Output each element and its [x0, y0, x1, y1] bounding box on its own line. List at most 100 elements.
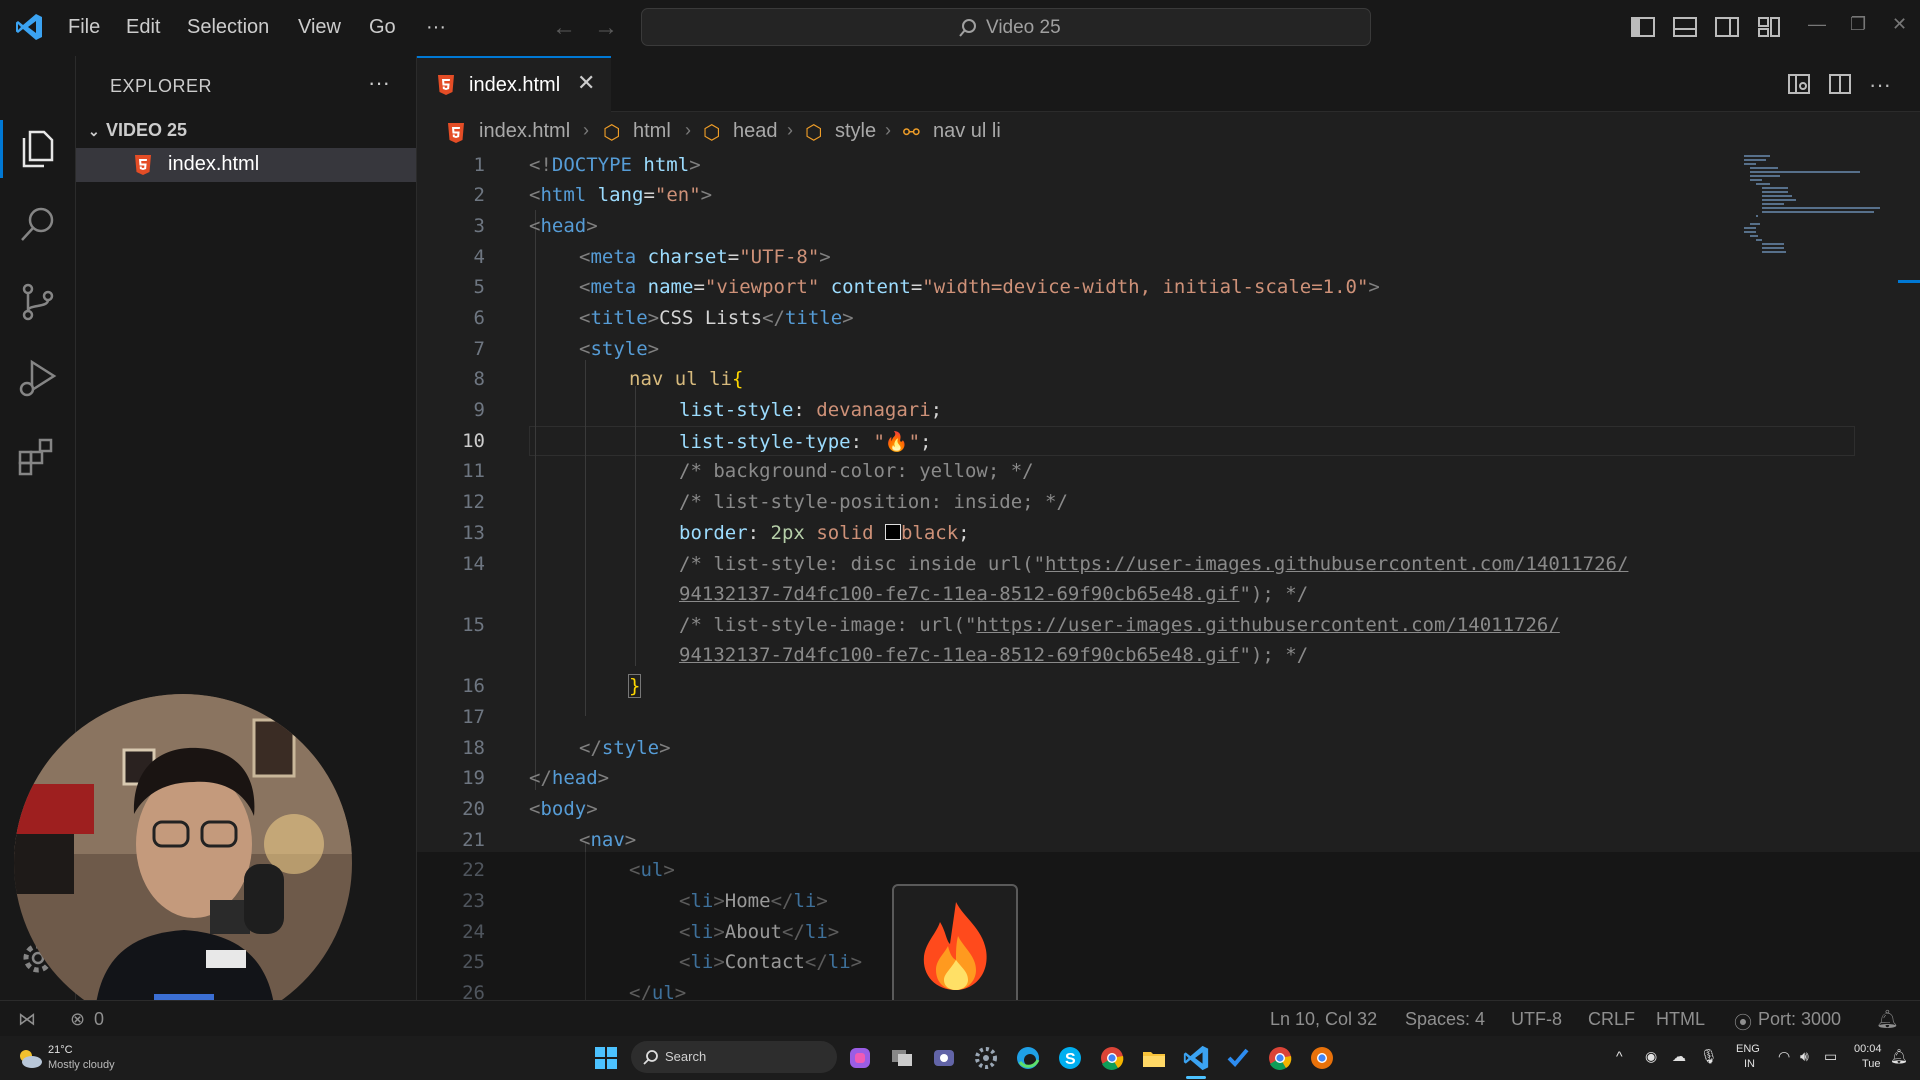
toggle-primary-sidebar-icon[interactable]	[1630, 14, 1656, 40]
breadcrumb-html[interactable]: html	[633, 120, 671, 143]
search-icon	[643, 1049, 659, 1065]
chrome-dev-icon[interactable]	[1308, 1044, 1336, 1072]
title-bar: File Edit Selection View Go ··· ← → Vide…	[0, 0, 1920, 56]
todo-check-icon[interactable]	[1224, 1044, 1252, 1072]
menu-file[interactable]: File	[68, 16, 100, 39]
battery-icon[interactable]: ▭	[1824, 1048, 1837, 1065]
microphone-icon[interactable]: 🎙︎	[1700, 1048, 1718, 1065]
weather-temp: 21°C	[48, 1044, 73, 1056]
skype-icon[interactable]: S	[1056, 1044, 1084, 1072]
split-editor-icon[interactable]	[1828, 72, 1852, 96]
open-preview-icon[interactable]	[1787, 72, 1811, 96]
notifications-bell-icon[interactable]: 🔔︎	[1876, 1009, 1899, 1030]
menu-edit[interactable]: Edit	[126, 16, 160, 39]
html5-file-icon	[437, 75, 455, 95]
line-number: 2	[473, 184, 485, 206]
restore-button[interactable]: ❐	[1850, 14, 1866, 35]
menu-more[interactable]: ···	[426, 16, 446, 39]
breadcrumb-head[interactable]: head	[733, 120, 778, 143]
edge-icon[interactable]	[1014, 1044, 1042, 1072]
tab-index-html[interactable]: index.html ✕	[417, 56, 611, 112]
forward-arrow-icon[interactable]: →	[594, 14, 618, 42]
line-ending[interactable]: CRLF	[1588, 1009, 1635, 1030]
file-item-index-html[interactable]: index.html	[76, 148, 416, 182]
color-swatch-icon[interactable]	[884, 524, 901, 540]
minimize-button[interactable]: —	[1808, 14, 1826, 35]
close-tab-icon[interactable]: ✕	[577, 70, 595, 96]
more-actions-icon[interactable]: ···	[368, 70, 390, 96]
onedrive-cloud-icon[interactable]: ☁	[1672, 1048, 1686, 1065]
code-editor[interactable]: 1 2 3 4 5 6 7 8 9 10 11 12 13 14 15 16 1…	[417, 152, 1920, 1000]
run-debug-icon[interactable]	[16, 356, 60, 400]
breadcrumb-separator-icon: ›	[885, 120, 891, 140]
teams-icon[interactable]	[930, 1044, 958, 1072]
cursor-position[interactable]: Ln 10, Col 32	[1270, 1009, 1377, 1030]
code-line-5: <meta name="viewport" content="width=dev…	[579, 276, 1380, 298]
file-explorer-icon[interactable]	[1140, 1044, 1168, 1072]
customize-layout-icon[interactable]	[1756, 14, 1782, 40]
line-number: 6	[473, 307, 485, 329]
folder-header[interactable]: ⌄ VIDEO 25	[88, 120, 187, 141]
chrome-icon[interactable]	[1098, 1044, 1126, 1072]
menu-selection[interactable]: Selection	[187, 16, 269, 39]
tray-app-icon[interactable]: ◉	[1645, 1048, 1657, 1065]
code-line-15-wrap: 94132137-7d4fc100-fe7c-11ea-8512-69f90cb…	[679, 644, 1309, 666]
minimap[interactable]	[1740, 152, 1910, 272]
errors-icon[interactable]: ⊗	[70, 1009, 85, 1030]
code-line-11: /* background-color: yellow; */	[679, 460, 1034, 482]
breadcrumb-file[interactable]: index.html	[479, 120, 570, 143]
notification-bell-icon[interactable]: 🔔︎	[1890, 1048, 1908, 1065]
search-view-icon[interactable]	[16, 202, 60, 246]
encoding[interactable]: UTF-8	[1511, 1009, 1562, 1030]
vscode-taskbar-icon[interactable]	[1182, 1044, 1210, 1072]
line-number: 9	[473, 399, 485, 421]
language-mode[interactable]: HTML	[1656, 1009, 1705, 1030]
command-center[interactable]: Video 25	[641, 8, 1371, 46]
tray-overflow-chevron-icon[interactable]: ^	[1616, 1048, 1623, 1064]
indentation[interactable]: Spaces: 4	[1405, 1009, 1485, 1030]
input-language[interactable]: ENG	[1736, 1043, 1760, 1055]
code-line-9: list-style: devanagari;	[679, 399, 943, 421]
breadcrumb: index.html › ⬡ html › ⬡ head › ⬡ style ›…	[417, 112, 1920, 152]
code-line-20: <body>	[529, 798, 598, 820]
status-bar: ⋈ ⊗ 0 Ln 10, Col 32 Spaces: 4 UTF-8 CRLF…	[0, 1000, 1920, 1036]
volume-icon[interactable]: 🔊︎	[1800, 1048, 1809, 1065]
line-number: 20	[462, 798, 485, 820]
code-line-14-wrap: 94132137-7d4fc100-fe7c-11ea-8512-69f90cb…	[679, 583, 1309, 605]
code-line-2: <html lang="en">	[529, 184, 713, 206]
menu-go[interactable]: Go	[369, 16, 396, 39]
back-arrow-icon[interactable]: ←	[552, 14, 576, 42]
extensions-icon[interactable]	[16, 434, 60, 478]
clock-time[interactable]: 00:04	[1854, 1043, 1882, 1055]
chrome-profile-icon[interactable]	[1266, 1044, 1294, 1072]
line-number: 12	[462, 491, 485, 513]
source-control-icon[interactable]	[16, 280, 60, 324]
breadcrumb-style[interactable]: style	[835, 120, 876, 143]
windows-start-icon[interactable]	[592, 1044, 620, 1072]
breadcrumb-separator-icon: ›	[583, 120, 589, 140]
input-region[interactable]: IN	[1744, 1058, 1755, 1070]
close-window-button[interactable]: ✕	[1892, 14, 1907, 35]
task-view-icon[interactable]	[888, 1044, 916, 1072]
error-count: 0	[94, 1009, 105, 1029]
windows-taskbar: 21°C Mostly cloudy Search S ^ ◉ ☁ 🎙︎ ENG…	[0, 1036, 1920, 1080]
code-line-21: <nav>	[579, 829, 637, 851]
weather-cloud-icon	[16, 1046, 44, 1070]
editor-more-actions-icon[interactable]: ···	[1869, 72, 1893, 97]
copilot-icon[interactable]	[846, 1044, 874, 1072]
toggle-panel-icon[interactable]	[1672, 14, 1698, 40]
live-server-port[interactable]: Port: 3000	[1758, 1009, 1841, 1030]
breadcrumb-selector[interactable]: nav ul li	[933, 120, 1001, 143]
settings-gear-icon[interactable]	[972, 1044, 1000, 1072]
wifi-icon[interactable]: ◠	[1778, 1048, 1790, 1065]
clock-day[interactable]: Tue	[1862, 1058, 1881, 1070]
menu-view[interactable]: View	[298, 16, 341, 39]
explorer-icon[interactable]	[16, 126, 60, 170]
code-line-16: }	[627, 674, 642, 698]
remote-indicator-icon[interactable]: ⋈	[18, 1009, 36, 1030]
taskbar-search[interactable]: Search	[631, 1041, 837, 1073]
presenter-video-image	[14, 694, 352, 1032]
toggle-secondary-sidebar-icon[interactable]	[1714, 14, 1740, 40]
broadcast-icon: ⦿	[1734, 1013, 1752, 1033]
line-number: 14	[462, 553, 485, 575]
